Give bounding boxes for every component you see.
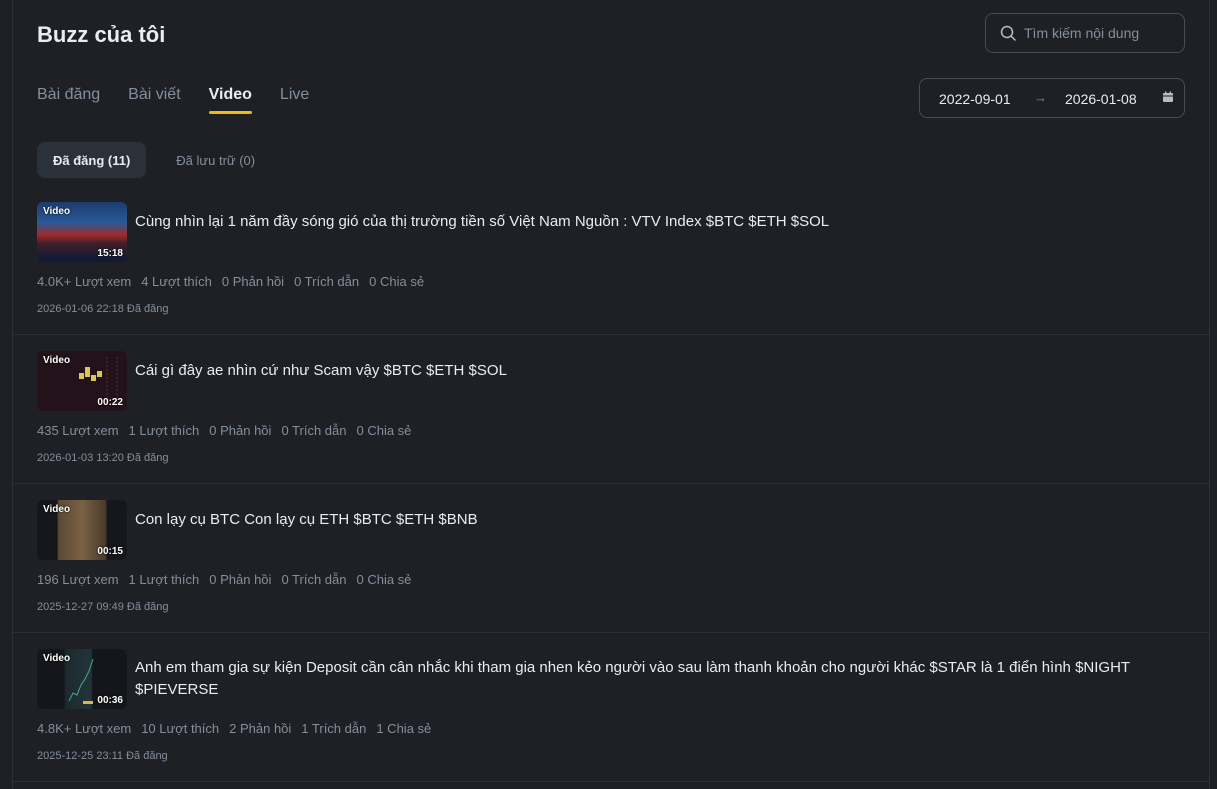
page-title: Buzz của tôi [37,22,166,47]
likes-count: 10 Lượt thích [141,721,220,736]
shares-count: 0 Chia sẻ [356,572,412,587]
post-item[interactable]: Video 00:15 Con lạy cụ BTC Con lạy cụ ET… [13,484,1210,633]
video-duration: 15:18 [97,248,123,259]
search-icon [1000,25,1016,41]
tab-video[interactable]: Video [208,86,253,114]
video-duration: 00:22 [97,397,123,408]
status-subtabs: Đã đăng (11) Đã lưu trữ (0) [37,142,285,178]
replies-count: 0 Phản hồi [209,423,272,438]
video-badge: Video [43,504,71,515]
post-title[interactable]: Cùng nhìn lại 1 năm đầy sóng gió của thị… [135,211,1185,233]
video-badge: Video [43,206,71,217]
likes-count: 1 Lượt thích [128,572,200,587]
views-count: 4.8K+ Lượt xem [37,721,132,736]
post-item[interactable]: Video 00:36 Anh em tham gia sự kiện Depo… [13,633,1210,782]
video-badge: Video [43,653,71,664]
post-date: 2025-12-27 09:49 Đã đăng [37,601,169,613]
post-stats: 435 Lượt xem 1 Lượt thích 0 Phản hồi 0 T… [37,423,421,438]
post-title[interactable]: Cái gì đây ae nhìn cứ như Scam vậy $BTC … [135,360,1185,382]
date-end[interactable]: 2026-01-08 [1065,91,1137,107]
arrow-right-icon: → [1034,90,1047,105]
quotes-count: 0 Trích dẫn [281,572,347,587]
post-item[interactable]: Video 15:18 Cùng nhìn lại 1 năm đầy sóng… [13,202,1210,335]
post-date: 2025-12-25 23:11 Đã đăng [37,750,168,762]
shares-count: 0 Chia sẻ [369,274,425,289]
quotes-count: 0 Trích dẫn [281,423,347,438]
calendar-icon[interactable] [1162,91,1174,103]
shares-count: 1 Chia sẻ [376,721,432,736]
quotes-count: 0 Trích dẫn [294,274,360,289]
post-stats: 196 Lượt xem 1 Lượt thích 0 Phản hồi 0 T… [37,572,421,587]
replies-count: 2 Phản hồi [229,721,292,736]
video-badge: Video [43,355,71,366]
shares-count: 0 Chia sẻ [356,423,412,438]
views-count: 4.0K+ Lượt xem [37,274,132,289]
video-thumbnail[interactable]: Video 00:36 [37,649,127,709]
search-box[interactable] [985,13,1185,53]
post-stats: 4.8K+ Lượt xem 10 Lượt thích 2 Phản hồi … [37,721,441,736]
video-thumbnail[interactable]: Video 00:22 [37,351,127,411]
quotes-count: 1 Trích dẫn [301,721,367,736]
video-duration: 00:15 [97,546,123,557]
tab-live[interactable]: Live [280,86,309,114]
search-input[interactable] [1024,25,1174,41]
likes-count: 4 Lượt thích [141,274,212,289]
tab-posts[interactable]: Bài đăng [37,86,100,114]
tab-articles[interactable]: Bài viết [128,86,180,114]
views-count: 196 Lượt xem [37,572,119,587]
post-date: 2026-01-03 13:20 Đã đăng [37,452,169,464]
video-thumbnail[interactable]: Video 00:15 [37,500,127,560]
content-type-tabs: Bài đăng Bài viết Video Live [37,86,337,114]
date-start[interactable]: 2022-09-01 [939,91,1011,107]
post-title[interactable]: Con lạy cụ BTC Con lạy cụ ETH $BTC $ETH … [135,509,1185,531]
subtab-published[interactable]: Đã đăng (11) [37,142,147,178]
post-stats: 4.0K+ Lượt xem 4 Lượt thích 0 Phản hồi 0… [37,274,434,289]
video-duration: 00:36 [97,695,123,706]
likes-count: 1 Lượt thích [128,423,200,438]
date-range-picker[interactable]: 2022-09-01 → 2026-01-08 [919,78,1185,118]
replies-count: 0 Phản hồi [209,572,272,587]
views-count: 435 Lượt xem [37,423,119,438]
subtab-archived[interactable]: Đã lưu trữ (0) [160,142,271,178]
replies-count: 0 Phản hồi [221,274,285,289]
post-title[interactable]: Anh em tham gia sự kiện Deposit cần cân … [135,657,1185,701]
post-date: 2026-01-06 22:18 Đã đăng [37,303,169,315]
post-item[interactable]: Video 00:22 Cái gì đây ae nhìn cứ như Sc… [13,335,1210,484]
video-thumbnail[interactable]: Video 15:18 [37,202,127,262]
